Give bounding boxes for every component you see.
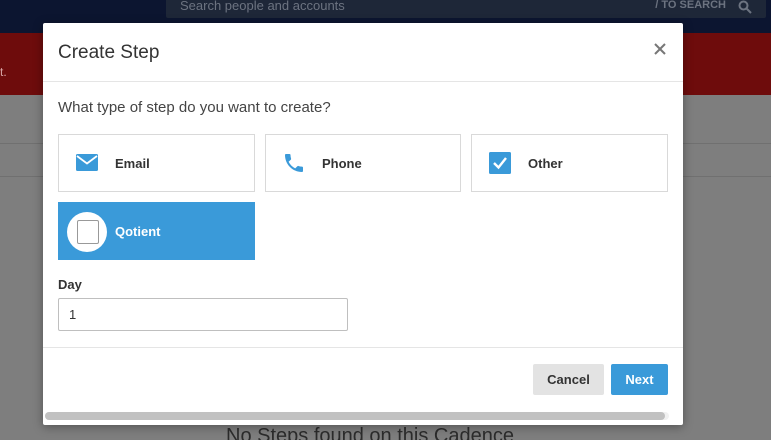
search-icon[interactable] <box>738 0 752 14</box>
qotient-checkbox-icon <box>67 212 107 252</box>
modal-header: Create Step <box>43 23 683 82</box>
search-shortcut-hint: / TO SEARCH <box>655 0 726 11</box>
step-type-label: Email <box>115 156 150 171</box>
step-type-label: Qotient <box>115 224 161 239</box>
next-button[interactable]: Next <box>611 364 668 395</box>
step-type-label: Phone <box>322 156 362 171</box>
checkbox-checked-icon <box>489 152 511 174</box>
step-type-email[interactable]: Email <box>58 134 255 192</box>
create-step-modal: Create Step What type of step do you wan… <box>43 23 683 425</box>
checkbox-unchecked-icon <box>77 220 99 244</box>
cancel-button[interactable]: Cancel <box>533 364 604 395</box>
envelope-icon <box>76 154 98 171</box>
day-input[interactable] <box>58 298 348 331</box>
close-icon[interactable] <box>653 42 667 56</box>
search-placeholder: Search people and accounts <box>180 0 345 13</box>
step-type-qotient[interactable]: Qotient <box>58 202 255 260</box>
alert-banner-text: t. <box>0 65 7 79</box>
step-type-phone[interactable]: Phone <box>265 134 461 192</box>
phone-icon <box>285 154 303 172</box>
global-search-bar[interactable]: Search people and accounts / TO SEARCH <box>166 0 766 18</box>
empty-state-message: No Steps found on this Cadence <box>226 425 514 440</box>
modal-title: Create Step <box>58 42 160 63</box>
step-type-other[interactable]: Other <box>471 134 668 192</box>
scrollbar-thumb[interactable] <box>45 412 665 420</box>
step-type-question: What type of step do you want to create? <box>58 99 331 116</box>
step-type-label: Other <box>528 156 563 171</box>
day-label: Day <box>58 277 82 292</box>
horizontal-scrollbar[interactable] <box>45 412 669 420</box>
